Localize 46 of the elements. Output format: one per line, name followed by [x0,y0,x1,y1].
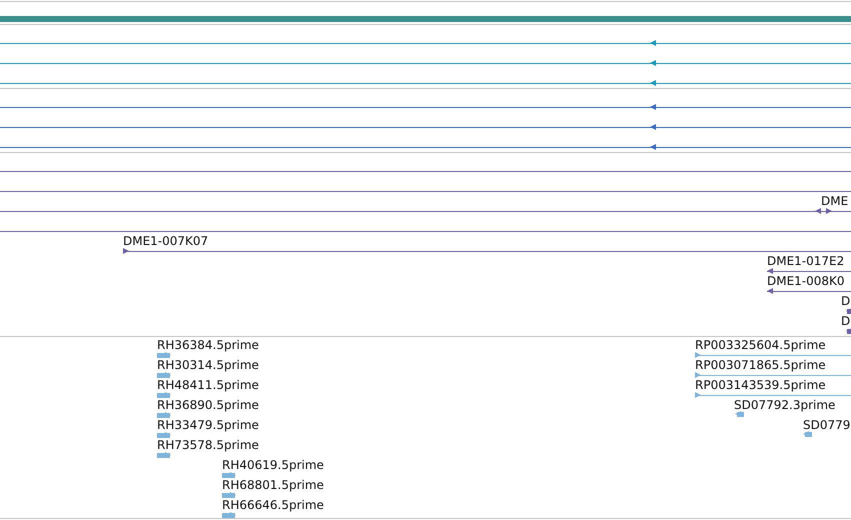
feature-line[interactable] [766,288,851,294]
feature-label: DME [821,194,848,208]
feature-label: RH36384.5prime [157,338,259,352]
feature-label: RP003325604.5prime [695,338,826,352]
feature-label: RP003143539.5prime [695,378,826,392]
feature-label: SD07792.3prime [734,398,836,412]
feature-line[interactable] [0,144,851,150]
feature-line[interactable] [222,472,236,478]
feature-line[interactable] [222,512,236,518]
feature-line[interactable] [694,392,851,398]
feature-line[interactable] [0,208,851,214]
feature-line[interactable] [0,104,851,110]
feature-line[interactable] [222,492,236,498]
feature-label: SD0779 [803,418,850,432]
feature-label: RP003071865.5prime [695,358,826,372]
feature-label: RH36890.5prime [157,398,259,412]
feature-label: DME1-007K07 [123,234,208,248]
feature-line[interactable] [157,392,171,398]
feature-line[interactable] [157,452,171,458]
feature-label: RH68801.5prime [222,478,324,492]
feature-line[interactable] [157,372,171,378]
feature-line[interactable] [0,60,851,66]
feature-label: RH40619.5prime [222,458,324,472]
feature-line[interactable] [0,124,851,130]
feature-line[interactable] [0,40,851,46]
feature-label: D [841,294,850,308]
feature-line[interactable] [157,352,171,358]
feature-line[interactable] [766,268,851,274]
feature-line[interactable] [157,432,171,438]
feature-line[interactable] [803,431,812,437]
feature-label: RH48411.5prime [157,378,259,392]
feature-label: RH30314.5prime [157,358,259,372]
feature-line[interactable] [735,411,744,417]
feature-line[interactable] [846,308,851,314]
feature-line[interactable] [157,412,171,418]
feature-line[interactable] [846,328,851,334]
feature-label: RH73578.5prime [157,438,259,452]
feature-line[interactable] [694,372,851,378]
feature-label: RH66646.5prime [222,498,324,512]
feature-label: RH33479.5prime [157,418,259,432]
feature-label: D [841,314,850,328]
feature-label: DME1-008K0 [767,274,845,288]
feature-line[interactable] [694,352,851,358]
feature-line[interactable] [122,248,851,254]
feature-line[interactable] [0,80,851,86]
feature-label: DME1-017E2 [767,254,844,268]
